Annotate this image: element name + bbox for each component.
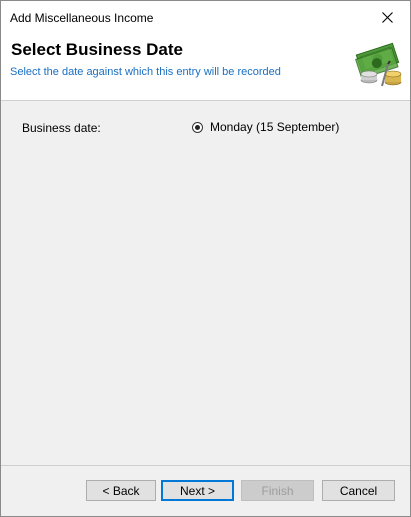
close-button[interactable] [364,1,410,34]
back-button[interactable]: < Back [86,480,156,501]
next-button[interactable]: Next > [161,480,234,501]
business-date-label: Business date: [22,121,101,135]
page-subtitle: Select the date against which this entry… [10,66,281,78]
dialog-window: Add Miscellaneous Income Select Business… [0,0,411,517]
finish-button[interactable]: Finish [241,480,314,501]
business-date-option-label[interactable]: Monday (15 September) [210,120,339,134]
wizard-body: Business date: Monday (15 September) [1,101,410,465]
business-date-option[interactable]: Monday (15 September) [192,120,339,134]
radio-button[interactable] [192,121,203,133]
window-title: Add Miscellaneous Income [10,11,154,25]
money-icon [355,42,402,87]
cancel-button[interactable]: Cancel [322,480,395,501]
wizard-footer: < Back Next > Finish Cancel [1,466,410,516]
close-icon [381,12,393,23]
page-title: Select Business Date [11,40,183,59]
radio-selected-dot [195,124,200,130]
wizard-header: Select Business Date Select the date aga… [1,34,410,101]
title-bar: Add Miscellaneous Income [1,1,410,34]
